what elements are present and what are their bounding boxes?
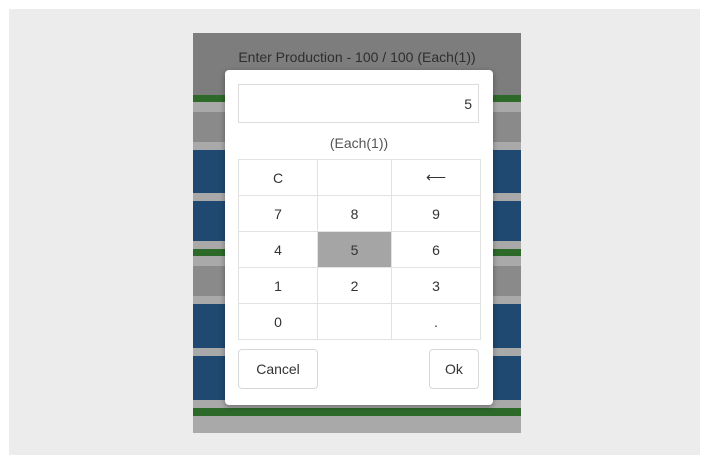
unit-label: (Each(1)) bbox=[329, 135, 389, 151]
key-clear[interactable]: C bbox=[239, 160, 318, 196]
row-band-green bbox=[193, 408, 521, 416]
key-1[interactable]: 1 bbox=[239, 268, 318, 304]
key-2[interactable]: 2 bbox=[318, 268, 392, 304]
key-5[interactable]: 5 bbox=[318, 232, 392, 268]
key-decimal[interactable]: . bbox=[392, 304, 481, 340]
key-blank bbox=[318, 160, 392, 196]
cancel-button[interactable]: Cancel bbox=[238, 349, 318, 389]
key-9[interactable]: 9 bbox=[392, 196, 481, 232]
screen-title: Enter Production - 100 / 100 (Each(1)) bbox=[238, 49, 476, 65]
key-6[interactable]: 6 bbox=[392, 232, 481, 268]
keypad: C ⟵ 7 8 9 4 5 6 1 2 3 0 . bbox=[238, 159, 481, 340]
quantity-input[interactable] bbox=[238, 84, 479, 123]
numeric-keypad-dialog: (Each(1)) C ⟵ 7 8 9 4 5 6 1 2 3 0 . Canc… bbox=[225, 70, 493, 405]
row-band-gray bbox=[193, 416, 521, 433]
key-7[interactable]: 7 bbox=[239, 196, 318, 232]
key-backspace[interactable]: ⟵ bbox=[392, 160, 481, 196]
key-4[interactable]: 4 bbox=[239, 232, 318, 268]
key-8[interactable]: 8 bbox=[318, 196, 392, 232]
key-0[interactable]: 0 bbox=[239, 304, 318, 340]
key-blank bbox=[318, 304, 392, 340]
ok-button[interactable]: Ok bbox=[429, 349, 479, 389]
key-3[interactable]: 3 bbox=[392, 268, 481, 304]
